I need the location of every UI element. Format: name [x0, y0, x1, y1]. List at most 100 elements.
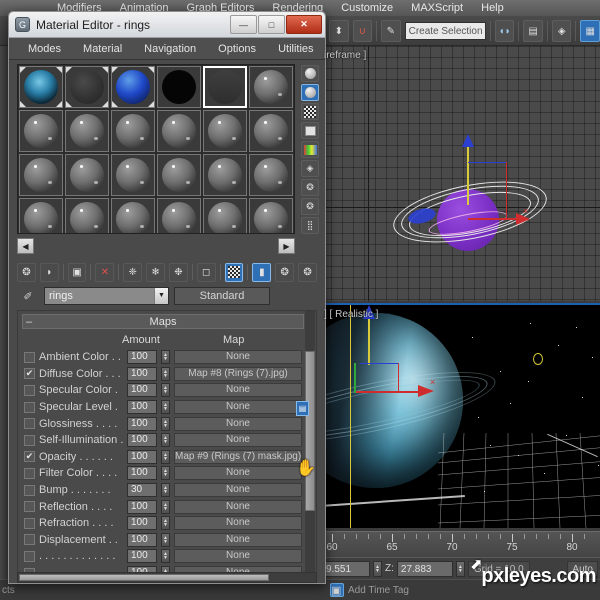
map-enable-checkbox[interactable] [24, 434, 35, 446]
map-assign-button[interactable]: None [174, 466, 302, 481]
put-to-library-icon[interactable]: ❉ [168, 262, 188, 282]
gizmo-plane-blue[interactable] [468, 162, 506, 163]
realistic-viewport[interactable]: × ] [ Realistic ] [320, 303, 600, 528]
menu-modes[interactable]: Modes [17, 38, 72, 60]
menu-material[interactable]: Material [72, 38, 133, 60]
maps-scrollbar-thumb[interactable] [305, 351, 315, 511]
background-checker-icon[interactable] [301, 103, 319, 120]
map-assign-button[interactable]: None [174, 416, 302, 431]
sample-slots-grid[interactable] [17, 64, 295, 234]
gizmo-y-axis[interactable] [467, 145, 469, 205]
sample-slot-gray[interactable] [65, 154, 109, 196]
map-amount-spinner[interactable]: ▲▼ [161, 483, 170, 498]
map-assign-button[interactable]: None [174, 549, 302, 564]
map-amount-field[interactable]: 100 [127, 350, 157, 365]
map-enable-checkbox[interactable]: ✔ [24, 451, 35, 463]
material-map-navigator-icon[interactable]: ⣿ [301, 217, 319, 234]
map-enable-checkbox[interactable] [24, 484, 35, 496]
x-spinner[interactable]: ▲ ▼ [373, 560, 382, 577]
chevron-down-icon[interactable]: ▼ [154, 288, 168, 304]
menu-maxscript[interactable]: MAXScript [402, 0, 472, 16]
map-enable-checkbox[interactable] [24, 401, 35, 413]
material-id-channel-icon[interactable]: ◻ [196, 262, 216, 282]
horizontal-scrollbar-track[interactable] [17, 572, 317, 583]
add-time-tag-label[interactable]: Add Time Tag [348, 585, 409, 596]
assign-to-selection-icon[interactable]: ▣ [67, 262, 87, 282]
map-assign-button[interactable]: None [174, 532, 302, 547]
sample-slot-gray[interactable] [19, 110, 63, 152]
map-amount-field[interactable]: 100 [127, 549, 157, 564]
map-amount-spinner[interactable]: ▲▼ [161, 499, 170, 514]
map-amount-spinner[interactable]: ▲▼ [161, 416, 170, 431]
map-amount-field[interactable]: 100 [127, 416, 157, 431]
map-assign-button[interactable]: None [174, 383, 302, 398]
sample-slot-gray[interactable] [203, 198, 247, 233]
map-assign-button[interactable]: None [174, 483, 302, 498]
selection-set-field[interactable]: Create Selection Se ▼ [404, 22, 486, 40]
gizmo-y-axis[interactable] [368, 315, 370, 365]
show-map-in-viewport-icon[interactable] [224, 262, 244, 282]
sample-uv-tiling-icon[interactable] [301, 122, 319, 139]
map-assign-button[interactable]: None [174, 433, 302, 448]
mirror-icon[interactable]: ◖◗ [494, 20, 515, 42]
map-amount-spinner[interactable]: ▲▼ [161, 549, 170, 564]
map-amount-spinner[interactable]: ▲▼ [161, 350, 170, 365]
maps-rollout-header[interactable]: – Maps [22, 314, 304, 329]
map-amount-spinner[interactable]: ▲▼ [161, 466, 170, 481]
map-enable-checkbox[interactable] [24, 550, 35, 562]
map-amount-field[interactable]: 30 [127, 483, 157, 498]
sample-slot-rings[interactable] [19, 66, 63, 108]
material-editor-window[interactable]: G Material Editor - rings — □ ✕ Modes Ma… [8, 11, 326, 584]
map-amount-field[interactable]: 100 [127, 449, 157, 464]
make-material-copy-icon[interactable]: ❈ [123, 262, 143, 282]
sample-slot-gray[interactable] [249, 110, 293, 152]
backlight-icon[interactable] [301, 84, 319, 101]
sample-slot-gray[interactable] [65, 198, 109, 233]
gizmo-x-axis[interactable] [468, 218, 518, 220]
map-amount-field[interactable]: 100 [127, 532, 157, 547]
menu-navigation[interactable]: Navigation [133, 38, 207, 60]
map-enable-checkbox[interactable] [24, 351, 35, 363]
sample-slot-gray[interactable] [157, 110, 201, 152]
sample-slot-gray[interactable] [249, 198, 293, 233]
eyedropper-icon[interactable]: ✐ [17, 287, 39, 305]
gizmo-y-arrow[interactable] [462, 134, 474, 147]
get-material-icon[interactable]: ❂ [17, 262, 36, 282]
curve-editor-icon[interactable]: ▦ [580, 20, 600, 42]
menu-utilities[interactable]: Utilities [267, 38, 324, 60]
sample-slot-selected[interactable] [202, 66, 247, 108]
time-tag-icon[interactable]: ▣ [330, 583, 344, 597]
sample-type-icon[interactable] [301, 65, 319, 82]
map-enable-checkbox[interactable] [24, 534, 35, 546]
sample-slot-gray[interactable] [19, 198, 63, 233]
video-color-check-icon[interactable] [301, 141, 319, 158]
map-amount-field[interactable]: 100 [127, 516, 157, 531]
gizmo-z-axis[interactable] [354, 363, 356, 393]
menu-options[interactable]: Options [207, 38, 267, 60]
map-amount-spinner[interactable]: ▲▼ [161, 449, 170, 464]
light-helper-icon[interactable] [533, 353, 543, 365]
reset-map-icon[interactable]: ✕ [95, 262, 115, 282]
magnet-icon[interactable]: ∪ [352, 20, 373, 42]
max-timeline-ruler[interactable]: 60 65 70 75 80 [320, 531, 600, 557]
scroll-right-button[interactable]: ▶ [278, 238, 295, 254]
map-amount-field[interactable]: 100 [127, 400, 157, 415]
scroll-left-button[interactable]: ◀ [17, 238, 34, 254]
make-unique-icon[interactable]: ❄ [146, 262, 165, 282]
z-coordinate-field[interactable]: 27.883 [396, 560, 453, 577]
horizontal-scrollbar-thumb[interactable] [19, 574, 269, 581]
map-enable-checkbox[interactable] [24, 517, 35, 529]
map-amount-field[interactable]: 100 [127, 366, 157, 381]
go-to-parent-icon[interactable]: ❂ [275, 262, 295, 282]
gizmo-plane-blue[interactable] [360, 363, 398, 364]
select-by-material-icon[interactable]: ❂ [301, 198, 319, 215]
menu-customize[interactable]: Customize [332, 0, 402, 16]
map-enable-checkbox[interactable] [24, 384, 35, 396]
map-amount-field[interactable]: 100 [127, 466, 157, 481]
snap-toggle-icon[interactable]: ⬍ [329, 20, 349, 42]
map-assign-button[interactable]: None [174, 400, 302, 415]
z-spinner[interactable]: ▲ ▼ [455, 560, 465, 577]
minimize-button[interactable]: — [230, 15, 257, 34]
sample-slot-gray[interactable] [111, 110, 155, 152]
map-amount-spinner[interactable]: ▲▼ [161, 366, 170, 381]
